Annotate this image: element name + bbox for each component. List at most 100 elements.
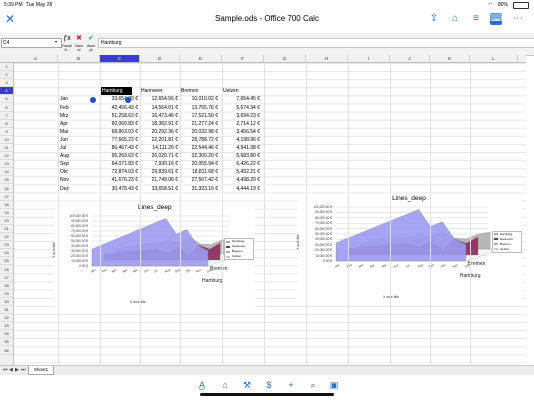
value-cell[interactable]: 4,444.19 € [220, 185, 260, 193]
value-cell[interactable]: 86,467.43 € [98, 144, 138, 152]
home-icon[interactable]: ⌂ [219, 379, 231, 391]
row-header-18[interactable]: 18 [0, 201, 13, 209]
month-cell[interactable]: Jun [60, 136, 68, 144]
first-sheet-icon[interactable]: ⏮ [3, 367, 8, 373]
month-cell[interactable]: Feb [60, 104, 69, 112]
value-cell[interactable]: 5,432.21 € [220, 168, 260, 176]
text-format-icon[interactable]: A̲ [196, 379, 208, 391]
value-cell[interactable]: 30,478.43 € [98, 185, 138, 193]
month-cell[interactable]: Jul [60, 144, 66, 152]
row-header-31[interactable]: 31 [0, 306, 13, 315]
row-header-15[interactable]: 15 [0, 176, 13, 185]
ruler-icon[interactable]: ≡ [470, 13, 482, 25]
value-cell[interactable]: 6,426.22 € [220, 160, 260, 168]
row-header-9[interactable]: 9 [0, 128, 13, 136]
value-cell[interactable]: 21,749.06 € [138, 176, 178, 184]
value-cell[interactable]: 16,473.46 € [138, 112, 178, 120]
row-header-5[interactable]: 5 [0, 95, 13, 104]
value-cell[interactable]: 42,456.43 € [98, 104, 138, 112]
value-cell[interactable]: 51,258.63 € [98, 112, 138, 120]
add-icon[interactable]: + [285, 379, 297, 391]
value-cell[interactable]: 22,544.46 € [178, 144, 218, 152]
row-header-12[interactable]: 12 [0, 152, 13, 161]
row-header-2[interactable]: 2 [0, 71, 13, 80]
row-header-24[interactable]: 24 [0, 249, 13, 258]
value-cell[interactable]: 31,323.16 € [178, 185, 218, 193]
column-header-l[interactable]: L [470, 55, 518, 62]
column-header-f[interactable]: F [222, 55, 264, 62]
search-icon[interactable]: ⌕ [307, 379, 319, 391]
row-header-23[interactable]: 23 [0, 241, 13, 250]
name-box[interactable]: C4 [1, 38, 62, 48]
value-cell[interactable]: 22,201.81 € [138, 136, 178, 144]
value-cell[interactable]: 7,654.45 € [220, 95, 260, 103]
column-header-d[interactable]: D [140, 55, 180, 62]
value-cell[interactable]: 4,941.38 € [220, 144, 260, 152]
row-header-30[interactable]: 30 [0, 298, 13, 306]
row-header-13[interactable]: 13 [0, 160, 13, 169]
spreadsheet-grid[interactable]: ABCDEFGHIJKL 1 2 3 4 5 6 7 8 9 10 11 12 13 14 15 16 17 18… [0, 55, 526, 365]
next-sheet-icon[interactable]: ▶ [15, 367, 19, 373]
value-cell[interactable]: 17,521.50 € [178, 112, 218, 120]
row-header-6[interactable]: 6 [0, 104, 13, 112]
value-cell[interactable]: 7,930.16 € [138, 160, 178, 168]
cell-area[interactable]: Hamburg Hannover Bremen Uelzen Jan 33,654.00 … [14, 63, 526, 365]
month-cell[interactable]: Aug [60, 152, 69, 160]
month-cell[interactable]: Mai [60, 128, 68, 136]
month-cell[interactable]: Sep [60, 160, 69, 168]
row-header-19[interactable]: 19 [0, 209, 13, 217]
value-cell[interactable]: 13,765.76 € [178, 104, 218, 112]
chevron-down-icon[interactable]: ▾ [55, 39, 57, 44]
row-header-1[interactable]: 1 [0, 63, 13, 72]
header-cell-uelzen[interactable]: Uelzen [223, 87, 239, 95]
header-cell-hamburg[interactable]: Hamburg [101, 87, 132, 96]
value-cell[interactable]: 14,111.26 € [138, 144, 178, 152]
row-header-11[interactable]: 11 [0, 144, 13, 153]
cancel-button[interactable]: ✖ Canc el [73, 34, 85, 54]
value-cell[interactable]: 77,665.23 € [98, 136, 138, 144]
row-header-16[interactable]: 16 [0, 185, 13, 193]
row-header-17[interactable]: 17 [0, 193, 13, 201]
column-header-k[interactable]: K [430, 55, 470, 62]
value-cell[interactable]: 4,198.96 € [220, 136, 260, 144]
row-header-26[interactable]: 26 [0, 266, 13, 274]
sheet-tab-sheet1[interactable]: Sheet1 [28, 366, 54, 375]
month-cell[interactable]: Okt [60, 168, 68, 176]
column-header-b[interactable]: B [58, 55, 100, 62]
value-cell[interactable]: 10,010.02 € [178, 95, 218, 103]
value-cell[interactable]: 5,674.34 € [220, 104, 260, 112]
wrench-icon[interactable]: ⚒ [241, 379, 253, 391]
value-cell[interactable]: 3,456.54 € [220, 128, 260, 136]
row-header-20[interactable]: 20 [0, 217, 13, 225]
mouse-icon[interactable]: ⌂ [449, 13, 461, 25]
header-cell-hannover[interactable]: Hannover [141, 87, 163, 95]
row-header-22[interactable]: 22 [0, 233, 13, 242]
row-header-32[interactable]: 32 [0, 314, 13, 323]
row-header-3[interactable]: 3 [0, 79, 13, 88]
column-header-i[interactable]: I [348, 55, 390, 62]
accept-button[interactable]: ✔ Acce pt [85, 34, 97, 54]
value-cell[interactable]: 33,654.00 € [98, 95, 138, 103]
chart-lines-deep-left[interactable]: Lines_deep 100,000.00 €90,000.00 €80,000.… [52, 204, 254, 308]
selection-handle-start[interactable] [90, 97, 96, 103]
column-header-e[interactable]: E [180, 55, 222, 62]
column-header-c[interactable]: C [100, 55, 140, 62]
value-cell[interactable]: 72,874.03 € [98, 168, 138, 176]
value-cell[interactable]: 20,032.98 € [178, 128, 218, 136]
value-cell[interactable]: 64,071.83 € [98, 160, 138, 168]
value-cell[interactable]: 3,694.23 € [220, 112, 260, 120]
last-sheet-icon[interactable]: ⏭ [21, 367, 26, 373]
value-cell[interactable]: 68,863.03 € [98, 128, 138, 136]
row-header-4[interactable]: 4 [0, 87, 13, 96]
value-cell[interactable]: 41,676.23 € [98, 176, 138, 184]
row-header-36[interactable]: 36 [0, 347, 13, 355]
value-cell[interactable]: 20,055.94 € [178, 160, 218, 168]
value-cell[interactable]: 28,788.72 € [178, 136, 218, 144]
value-cell[interactable]: 4,438.20 € [220, 176, 260, 184]
chart-lines-deep-right[interactable]: Lines_deep 100,000.00 €90,000.00 €80,000.… [296, 195, 522, 303]
row-header-25[interactable]: 25 [0, 257, 13, 266]
value-cell[interactable]: 18,811.68 € [178, 168, 218, 176]
column-header-j[interactable]: J [390, 55, 430, 62]
value-cell[interactable]: 14,564.01 € [138, 104, 178, 112]
selection-handle-end[interactable] [125, 97, 131, 103]
